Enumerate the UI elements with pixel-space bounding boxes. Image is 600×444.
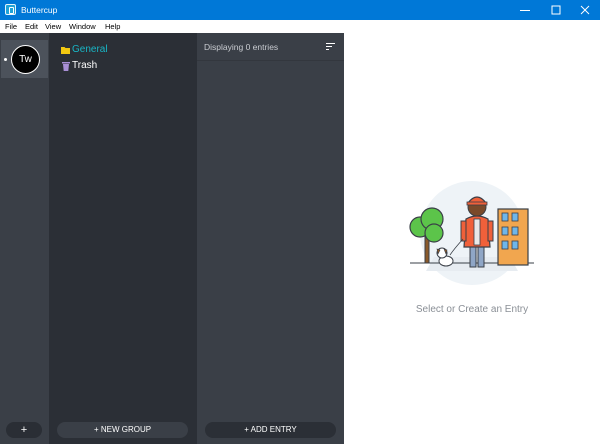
entries-list: Displaying 0 entries + ADD ENTRY xyxy=(197,33,344,444)
menu-view[interactable]: View xyxy=(45,22,61,31)
maximize-icon xyxy=(551,5,561,15)
groups-sidebar: General Trash + NEW GROUP xyxy=(49,33,197,444)
add-vault-button[interactable]: + xyxy=(6,422,42,438)
vault-item[interactable]: Tw xyxy=(1,40,48,78)
new-group-button[interactable]: + NEW GROUP xyxy=(57,422,188,438)
title-bar: Buttercup xyxy=(0,0,600,20)
menu-edit[interactable]: Edit xyxy=(25,22,38,31)
minimize-button[interactable] xyxy=(510,0,540,20)
menu-window[interactable]: Window xyxy=(69,22,96,31)
entries-count: Displaying 0 entries xyxy=(204,42,279,52)
close-icon xyxy=(580,5,590,15)
empty-state-illustration xyxy=(409,181,534,285)
entries-header: Displaying 0 entries xyxy=(197,33,344,61)
group-label: General xyxy=(72,44,108,55)
sort-icon[interactable] xyxy=(326,43,335,50)
menu-bar: File Edit View Window Help xyxy=(0,20,600,33)
menu-file[interactable]: File xyxy=(5,22,17,31)
app-icon xyxy=(5,4,16,15)
vault-avatar: Tw xyxy=(11,45,40,74)
vault-sidebar: Tw + xyxy=(0,33,49,444)
minimize-icon xyxy=(520,10,530,11)
maximize-button[interactable] xyxy=(541,0,571,20)
entry-detail-pane: Select or Create an Entry xyxy=(344,33,600,444)
add-entry-button[interactable]: + ADD ENTRY xyxy=(205,422,336,438)
empty-state-message: Select or Create an Entry xyxy=(415,304,529,315)
group-label: Trash xyxy=(72,60,98,71)
close-button[interactable] xyxy=(570,0,600,20)
window-title: Buttercup xyxy=(21,5,58,15)
menu-help[interactable]: Help xyxy=(105,22,120,31)
folder-icon xyxy=(61,47,70,54)
trash-icon xyxy=(62,62,70,71)
active-vault-indicator xyxy=(4,58,7,61)
